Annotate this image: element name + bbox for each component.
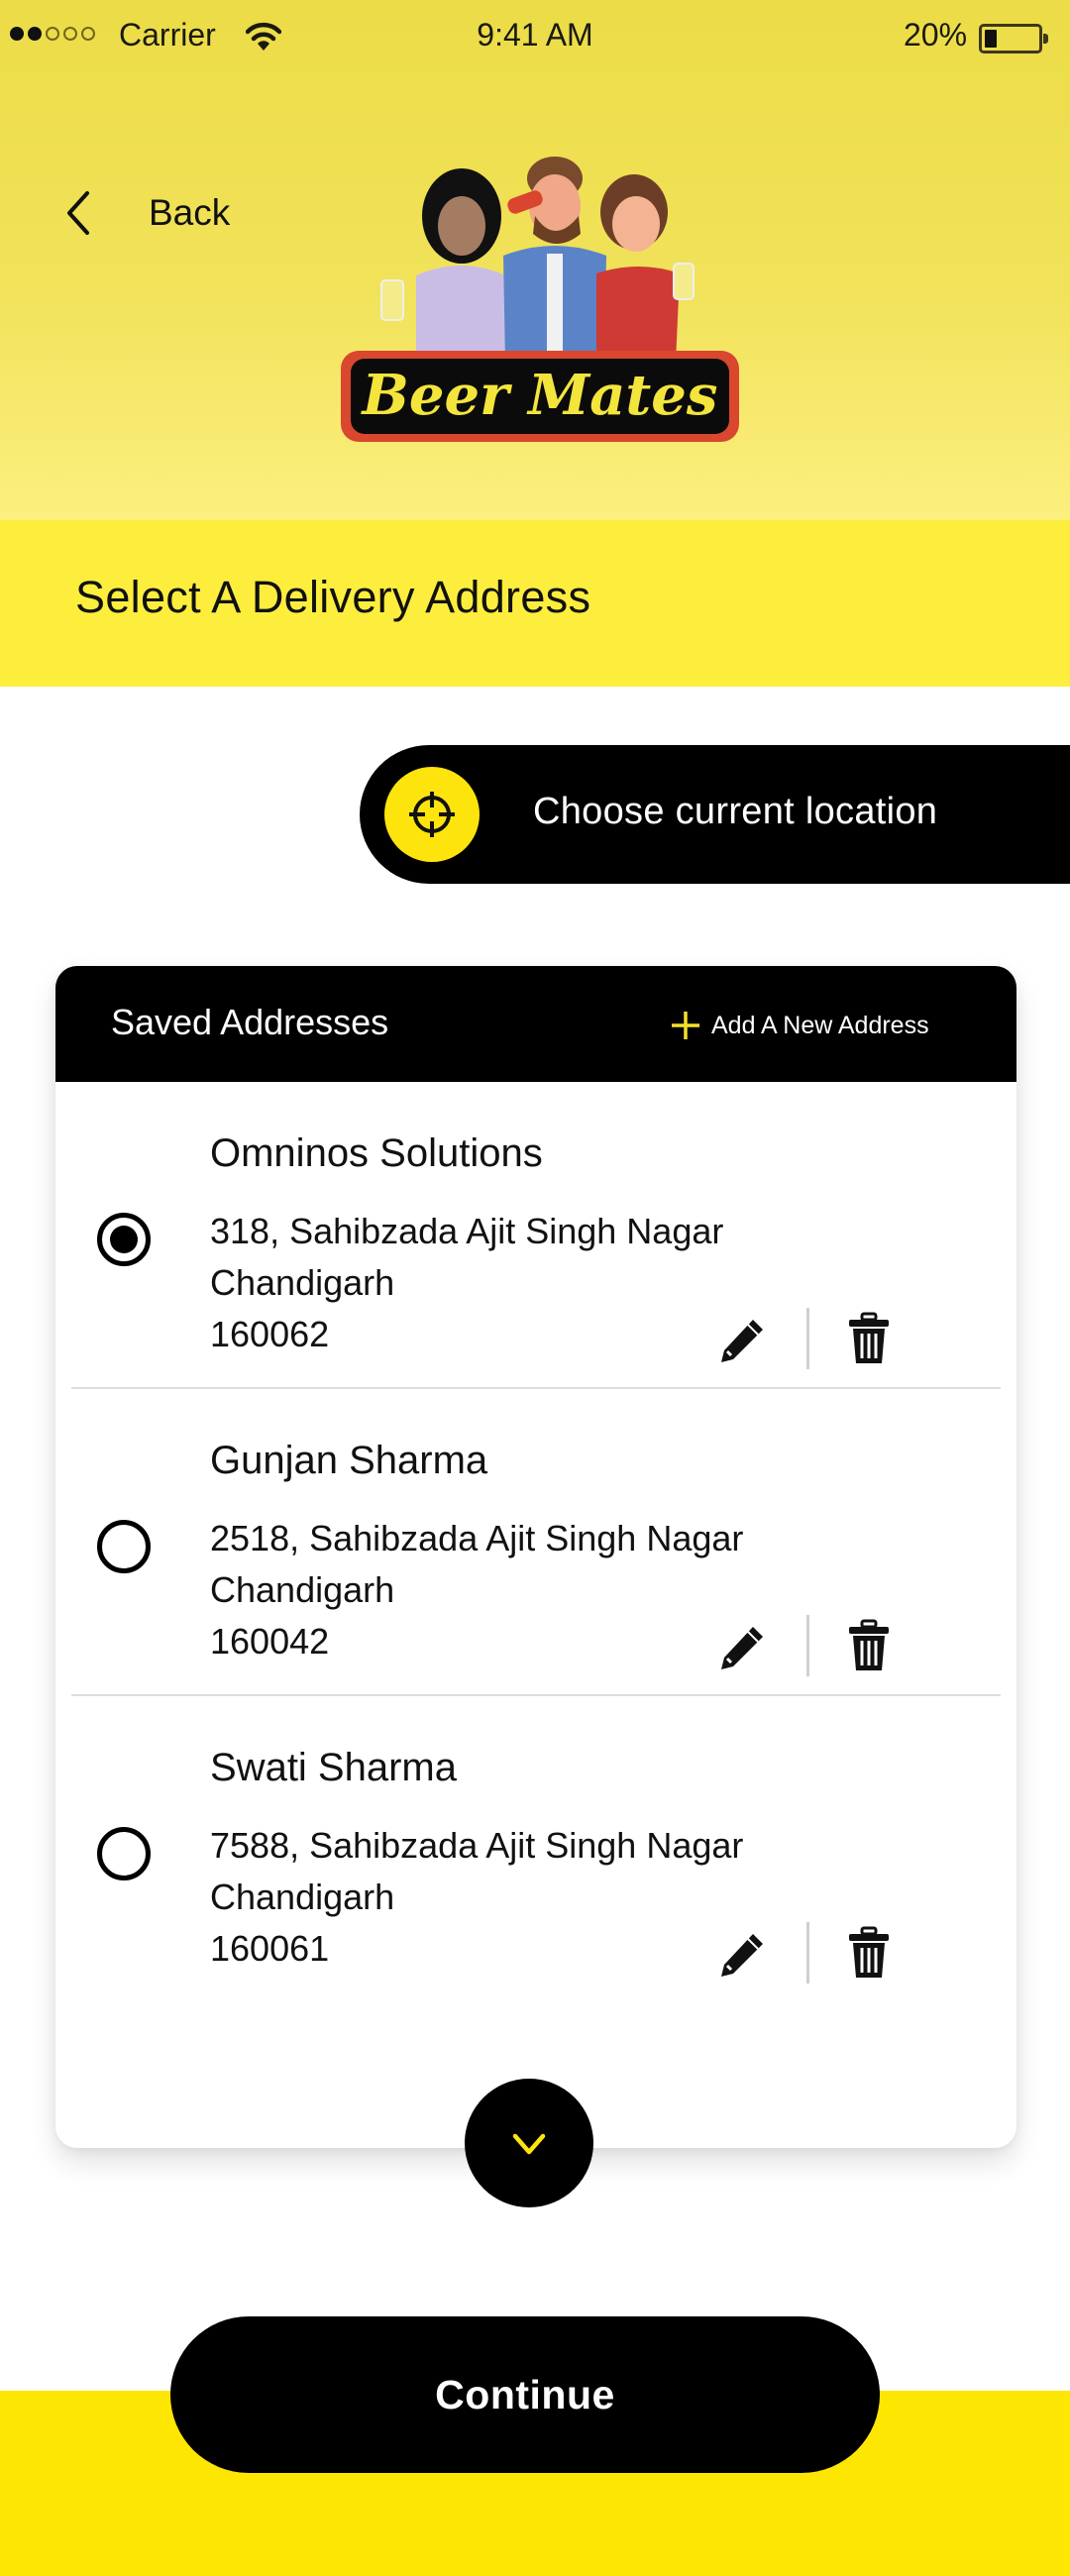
beer-mates-logo: Beer Mates <box>341 157 739 442</box>
address-list-item[interactable]: Gunjan Sharma 2518, Sahibzada Ajit Singh… <box>71 1389 1001 1696</box>
address-postcode: 160061 <box>210 1928 330 1969</box>
choose-current-location-label: Choose current location <box>533 791 938 832</box>
logo-figure-middle <box>503 157 606 363</box>
trash-icon[interactable] <box>846 1926 892 1980</box>
crosshair-icon <box>409 792 455 837</box>
battery-percentage: 20% <box>904 17 968 53</box>
logo-text: Beer Mates <box>361 363 718 428</box>
address-postcode: 160062 <box>210 1314 330 1354</box>
address-city: Chandigarh <box>210 1262 395 1303</box>
battery-level-fill <box>985 30 997 48</box>
pencil-icon[interactable] <box>717 1930 767 1980</box>
logo-banner: Beer Mates <box>341 351 739 442</box>
address-radio[interactable] <box>97 1520 151 1573</box>
pencil-icon[interactable] <box>717 1623 767 1672</box>
title-band: Select A Delivery Address <box>0 520 1070 687</box>
action-divider <box>806 1615 809 1676</box>
saved-addresses-header: Saved Addresses Add A New Address <box>55 966 1016 1082</box>
address-street: 2518, Sahibzada Ajit Singh Nagar <box>210 1518 744 1558</box>
add-new-address-label: Add A New Address <box>711 1011 929 1039</box>
battery-tip <box>1043 34 1048 44</box>
saved-addresses-title: Saved Addresses <box>111 1002 389 1042</box>
expand-addresses-button[interactable] <box>465 2079 593 2207</box>
saved-addresses-card: Saved Addresses Add A New Address Omnino… <box>55 966 1016 2148</box>
logo-figure-right <box>596 174 695 363</box>
add-new-address-button[interactable]: Add A New Address <box>670 1006 929 1045</box>
address-city: Chandigarh <box>210 1877 395 1917</box>
address-street: 318, Sahibzada Ajit Singh Nagar <box>210 1211 724 1251</box>
address-street: 7588, Sahibzada Ajit Singh Nagar <box>210 1825 744 1866</box>
plus-icon <box>672 1012 699 1039</box>
battery-icon <box>979 24 1042 54</box>
address-list: Omninos Solutions 318, Sahibzada Ajit Si… <box>71 1082 1001 2003</box>
address-name: Omninos Solutions <box>210 1131 543 1175</box>
address-radio[interactable] <box>97 1827 151 1880</box>
back-button[interactable]: Back <box>61 183 230 243</box>
choose-current-location-button[interactable]: Choose current location <box>360 745 1070 884</box>
continue-button[interactable]: Continue <box>170 2316 880 2473</box>
address-name: Swati Sharma <box>210 1746 457 1789</box>
trash-icon[interactable] <box>846 1619 892 1672</box>
address-name: Gunjan Sharma <box>210 1439 488 1482</box>
address-list-item[interactable]: Omninos Solutions 318, Sahibzada Ajit Si… <box>71 1082 1001 1389</box>
chevron-left-icon <box>67 191 89 235</box>
status-bar: Carrier 9:41 AM 20% <box>0 0 1070 74</box>
action-divider <box>806 1922 809 1984</box>
chevron-down-icon <box>512 2133 546 2155</box>
trash-icon[interactable] <box>846 1312 892 1365</box>
action-divider <box>806 1308 809 1369</box>
back-label: Back <box>149 192 231 233</box>
address-postcode: 160042 <box>210 1621 330 1662</box>
address-list-item[interactable]: Swati Sharma 7588, Sahibzada Ajit Singh … <box>71 1696 1001 2003</box>
page-title: Select A Delivery Address <box>75 572 591 622</box>
address-city: Chandigarh <box>210 1569 395 1610</box>
logo-figure-left <box>380 168 513 365</box>
address-radio[interactable] <box>97 1213 151 1266</box>
pencil-icon[interactable] <box>717 1316 767 1365</box>
location-icon-circle <box>384 767 480 862</box>
app-header: Carrier 9:41 AM 20% Back Beer Mates <box>0 0 1070 520</box>
